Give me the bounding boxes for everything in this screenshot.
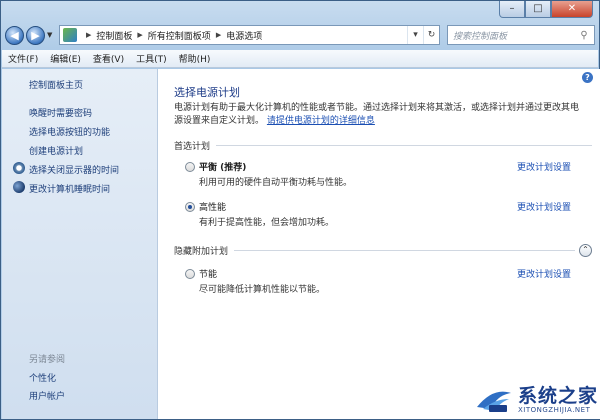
plan-power-saver-description: 尽可能降低计算机性能以节能。 — [199, 285, 326, 295]
address-dropdown-icon[interactable]: ▾ — [407, 26, 423, 44]
sidebar-item-user-accounts[interactable]: 用户帐户 — [29, 389, 65, 402]
menu-view[interactable]: 查看(V) — [93, 52, 124, 65]
sidebar-item-create-plan[interactable]: 创建电源计划 — [29, 144, 83, 157]
watermark-title: 系统之家 — [517, 385, 598, 407]
address-bar[interactable]: ▶ 控制面板 ▶ 所有控制面板项 ▶ 电源选项 ▾ ↻ — [59, 25, 440, 45]
see-also-heading: 另请参阅 — [29, 355, 66, 365]
watermark: 系统之家 XITONGZHIJIA.NET — [473, 385, 598, 415]
menu-edit[interactable]: 编辑(E) — [50, 52, 81, 65]
refresh-icon[interactable]: ↻ — [423, 26, 439, 44]
maximize-button[interactable]: □ — [525, 1, 551, 18]
search-box[interactable]: 搜索控制面板 ⚲ — [447, 25, 595, 45]
main-content: ? 选择电源计划 电源计划有助于最大化计算机的性能或者节能。通过选择计划来将其激… — [158, 69, 600, 419]
page-description: 电源计划有助于最大化计算机的性能或者节能。通过选择计划来将其激活，或选择计划并通… — [174, 102, 584, 128]
plan-high-performance-radio[interactable] — [185, 202, 195, 212]
plan-high-performance-change-settings-link[interactable]: 更改计划设置 — [517, 200, 571, 213]
description-line-2: 源设置来自定义计划。 请提供电源计划的详细信息 — [174, 115, 584, 128]
sidebar-item-personalization[interactable]: 个性化 — [29, 371, 56, 384]
watermark-logo-icon — [476, 391, 511, 412]
caption-buttons: – □ ✕ — [499, 1, 593, 18]
preferred-plans-header: 首选计划 — [174, 139, 592, 152]
description-line-2-text: 源设置来自定义计划。 — [174, 116, 265, 126]
sleep-moon-icon — [13, 181, 25, 193]
plan-balanced-change-settings-link[interactable]: 更改计划设置 — [517, 160, 571, 173]
plan-power-saver-name[interactable]: 节能 — [199, 267, 217, 280]
plan-high-performance-name[interactable]: 高性能 — [199, 200, 226, 213]
breadcrumb-separator-icon[interactable]: ▶ — [86, 31, 91, 39]
hidden-plans-header: 隐藏附加计划 ⌃ — [174, 243, 592, 257]
watermark-url: XITONGZHIJIA.NET — [517, 406, 591, 414]
plan-balanced-radio[interactable] — [185, 162, 195, 172]
sidebar-item-sleep-time[interactable]: 更改计算机睡眠时间 — [29, 182, 110, 195]
breadcrumb-separator-icon[interactable]: ▶ — [137, 31, 142, 39]
plan-balanced-description: 利用可用的硬件自动平衡功耗与性能。 — [199, 178, 353, 188]
help-icon[interactable]: ? — [582, 72, 593, 83]
navigation-bar: ◀ ▶ ▼ ▶ 控制面板 ▶ 所有控制面板项 ▶ 电源选项 ▾ ↻ 搜索控制面板… — [5, 23, 595, 47]
menu-file[interactable]: 文件(F) — [8, 52, 38, 65]
collapse-chevron-icon[interactable]: ⌃ — [579, 243, 592, 257]
plan-power-saver-radio[interactable] — [185, 269, 195, 279]
recent-pages-dropdown[interactable]: ▼ — [47, 31, 56, 39]
menu-help[interactable]: 帮助(H) — [179, 52, 211, 65]
search-icon[interactable]: ⚲ — [574, 30, 594, 41]
display-clock-icon — [13, 162, 25, 174]
breadcrumb-all-items[interactable]: 所有控制面板项 — [148, 29, 211, 42]
breadcrumb-power-options[interactable]: 电源选项 — [226, 29, 262, 42]
search-input[interactable]: 搜索控制面板 — [453, 29, 574, 42]
forward-button[interactable]: ▶ — [26, 25, 45, 45]
sidebar-item-wake-password[interactable]: 唤醒时需要密码 — [29, 106, 92, 119]
sidebar-item-display-off[interactable]: 选择关闭显示器的时间 — [29, 163, 119, 176]
minimize-button[interactable]: – — [499, 1, 525, 18]
divider — [234, 249, 575, 251]
breadcrumb-control-panel[interactable]: 控制面板 — [96, 29, 132, 42]
plan-balanced-name[interactable]: 平衡 (推荐) — [199, 160, 246, 173]
close-button[interactable]: ✕ — [551, 1, 593, 18]
preferred-plans-label: 首选计划 — [174, 141, 211, 152]
menu-tools[interactable]: 工具(T) — [136, 52, 167, 65]
sidebar-home-link[interactable]: 控制面板主页 — [29, 78, 83, 91]
watermark-text: 系统之家 XITONGZHIJIA.NET — [518, 386, 598, 414]
menu-bar: 文件(F) 编辑(E) 查看(V) 工具(T) 帮助(H) — [2, 50, 598, 68]
hidden-plans-label: 隐藏附加计划 — [174, 246, 229, 257]
control-panel-window: – □ ✕ ◀ ▶ ▼ ▶ 控制面板 ▶ 所有控制面板项 ▶ 电源选项 ▾ ↻ … — [0, 0, 600, 420]
page-title: 选择电源计划 — [174, 86, 240, 99]
plan-high-performance-description: 有利于提高性能，但会增加功耗。 — [199, 218, 335, 228]
sidebar: 控制面板主页 唤醒时需要密码 选择电源按钮的功能 创建电源计划 选择关闭显示器的… — [2, 69, 158, 419]
control-panel-icon — [63, 28, 77, 42]
plan-power-saver-change-settings-link[interactable]: 更改计划设置 — [517, 267, 571, 280]
divider — [216, 144, 592, 146]
description-line-1: 电源计划有助于最大化计算机的性能或者节能。通过选择计划来将其激活，或选择计划并通… — [174, 103, 580, 113]
breadcrumb-separator-icon[interactable]: ▶ — [216, 31, 221, 39]
plan-details-link[interactable]: 请提供电源计划的详细信息 — [267, 116, 375, 126]
back-button[interactable]: ◀ — [5, 25, 24, 45]
sidebar-item-power-buttons[interactable]: 选择电源按钮的功能 — [29, 125, 110, 138]
